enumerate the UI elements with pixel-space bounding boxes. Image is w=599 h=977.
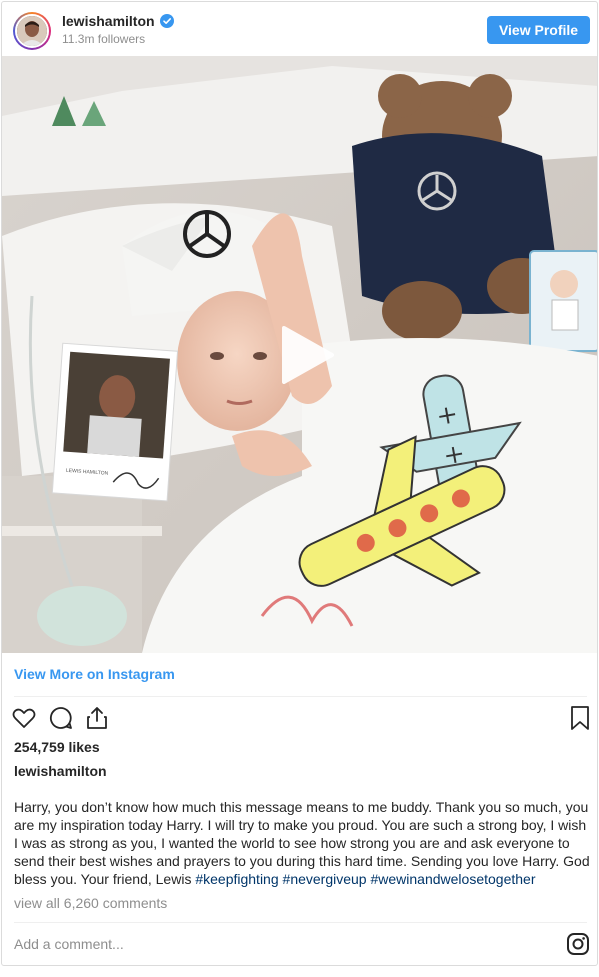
post-header: lewishamilton 11.3m followers View Profi…	[2, 2, 597, 56]
hashtag-link[interactable]: #keepfighting	[195, 871, 278, 887]
view-more-link[interactable]: View More on Instagram	[14, 666, 175, 682]
caption-username[interactable]: lewishamilton	[14, 763, 107, 779]
verified-badge-icon	[160, 14, 174, 28]
divider	[14, 922, 587, 923]
comment-input[interactable]: Add a comment...	[14, 936, 534, 954]
instagram-logo-icon[interactable]	[566, 932, 590, 956]
hashtag-link[interactable]: #nevergiveup	[283, 871, 367, 887]
comment-bubble-icon[interactable]	[47, 704, 75, 732]
share-icon[interactable]	[83, 704, 111, 732]
hashtag-link[interactable]: #wewinandwelosetogether	[370, 871, 535, 887]
play-icon[interactable]	[270, 320, 340, 390]
post-video[interactable]: LEWIS HAMILTON	[2, 56, 597, 653]
username[interactable]: lewishamilton	[62, 13, 155, 29]
avatar[interactable]	[13, 12, 51, 50]
view-profile-button[interactable]: View Profile	[487, 16, 590, 44]
view-comments-link[interactable]: view all 6,260 comments	[14, 895, 167, 911]
like-count[interactable]: 254,759 likes	[14, 739, 100, 755]
post-caption: Harry, you don’t know how much this mess…	[14, 798, 590, 888]
action-bar	[10, 704, 590, 732]
avatar-image	[15, 14, 49, 48]
bookmark-icon[interactable]	[566, 704, 594, 732]
follower-count: 11.3m followers	[62, 32, 146, 46]
divider	[14, 696, 587, 697]
instagram-embed-card: lewishamilton 11.3m followers View Profi…	[1, 1, 598, 966]
heart-icon[interactable]	[10, 704, 38, 732]
